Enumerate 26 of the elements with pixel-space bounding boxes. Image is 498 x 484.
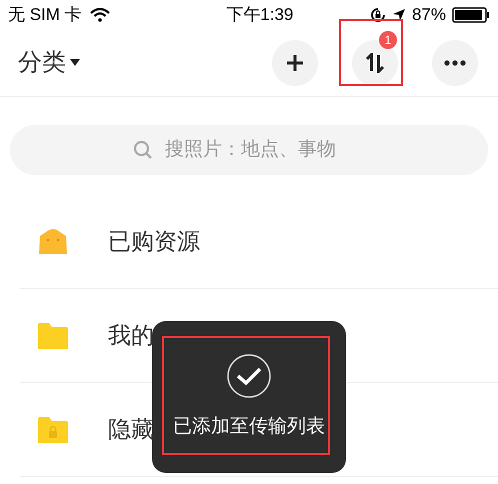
category-title[interactable]: 分类 [18, 45, 66, 81]
check-circle-icon [226, 352, 272, 399]
wifi-icon [90, 8, 110, 22]
category-item-label[interactable]: 已购资源 [108, 224, 200, 259]
bag-icon [38, 228, 68, 256]
search-field[interactable]: 搜照片：地点、事物 [165, 136, 365, 164]
battery-percent-text: 87% [412, 4, 446, 26]
up-down-arrows-icon [365, 53, 385, 73]
category-item-label[interactable]: 隐藏 [108, 412, 154, 447]
notification-badge: 1 [379, 31, 397, 49]
more-button[interactable] [432, 40, 478, 86]
battery-icon [452, 7, 490, 23]
carrier-text: 无 SIM 卡 [8, 4, 82, 26]
highlight-frame [339, 19, 403, 86]
locked-folder-icon [38, 416, 68, 442]
location-arrow-icon [392, 8, 406, 22]
search-icon [133, 140, 153, 160]
rotation-lock-icon [370, 7, 386, 23]
toast-message: 已添加至传输列表 [173, 414, 325, 439]
category-item-label[interactable]: 我的 [108, 318, 154, 353]
clock-text: 下午1:39 [226, 4, 294, 26]
folder-icon [38, 322, 68, 348]
more-icon [444, 60, 466, 66]
add-button[interactable] [272, 40, 318, 86]
plus-icon [286, 54, 304, 72]
dropdown-caret-icon[interactable] [70, 59, 80, 67]
